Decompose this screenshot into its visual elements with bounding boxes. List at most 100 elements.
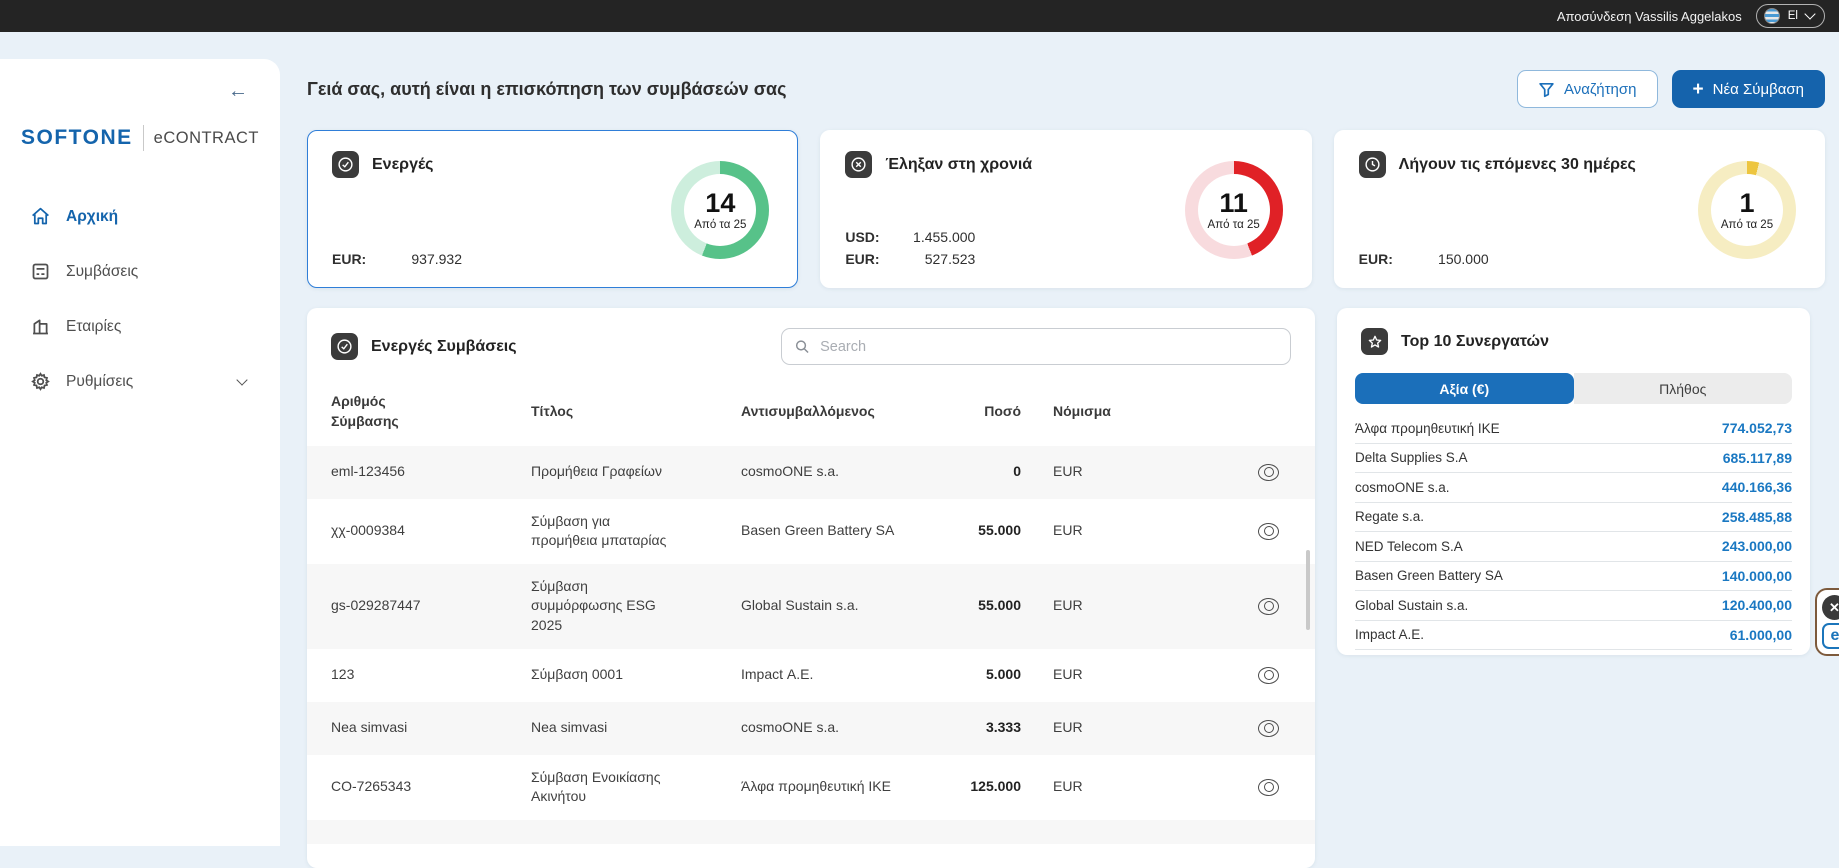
partners-title: Top 10 Συνεργατών bbox=[1401, 332, 1549, 350]
plus-icon: + bbox=[1692, 78, 1704, 100]
view-contract-icon[interactable] bbox=[1258, 719, 1279, 737]
topbar: Αποσύνδεση Vassilis Aggelakos El bbox=[0, 0, 1839, 32]
table-scrollbar[interactable] bbox=[1306, 550, 1310, 630]
partner-name: NED Telecom S.A bbox=[1355, 538, 1463, 554]
stat-card-active[interactable]: Ενεργές EUR: 937.932 14 Από τα 25 bbox=[307, 130, 799, 288]
sidebar-item-label: Ρυθμίσεις bbox=[66, 372, 134, 390]
sidebar-item-contracts[interactable]: Συμβάσεις bbox=[0, 244, 280, 299]
cell-party: Άλφα προμηθευτική ΙΚΕ bbox=[741, 778, 891, 795]
sidebar-item-companies[interactable]: Εταιρίες bbox=[0, 299, 280, 354]
currency-code: EUR: bbox=[332, 251, 367, 267]
cell-amount: 125.000 bbox=[970, 778, 1021, 795]
table-row[interactable]: CO-7265343 Σύμβαση Ενοικίασης Ακινήτου Ά… bbox=[307, 754, 1315, 820]
table-row[interactable]: χχ-0009384 Σύμβαση για προμήθεια μπαταρί… bbox=[307, 498, 1315, 564]
partner-name: Regate s.a. bbox=[1355, 509, 1425, 525]
expired-donut-chart: 11 Από τα 25 bbox=[1184, 161, 1283, 259]
partner-value: 243.000,00 bbox=[1721, 538, 1792, 555]
x-circle-icon bbox=[845, 151, 873, 178]
new-contract-button[interactable]: + Νέα Σύμβαση bbox=[1671, 70, 1825, 108]
feedback-edge-widget[interactable]: ✕ e bbox=[1815, 588, 1839, 656]
partner-name: Impact A.E. bbox=[1355, 627, 1425, 643]
sidebar: ← SOFTONE eCONTRACT Αρχική Συμβάσεις Ετα… bbox=[0, 59, 280, 846]
econtract-logo-icon[interactable]: e bbox=[1822, 623, 1839, 649]
currency-code: USD: bbox=[845, 229, 880, 245]
tab-count[interactable]: Πλήθος bbox=[1573, 373, 1792, 404]
table-row[interactable]: 123 Σύμβαση 0001 Impact Α.Ε. 5.000 EUR bbox=[307, 648, 1315, 702]
new-contract-label: Νέα Σύμβαση bbox=[1712, 80, 1804, 98]
stat-card-values: EUR: 937.932 bbox=[332, 251, 462, 267]
close-icon[interactable]: ✕ bbox=[1822, 595, 1839, 620]
cell-currency: EUR bbox=[1053, 719, 1083, 736]
donut-caption: Από τα 25 bbox=[694, 218, 747, 231]
table-row[interactable]: gs-029287447 Σύμβαση συμμόρφωσης ESG 202… bbox=[307, 563, 1315, 649]
currency-code: EUR: bbox=[1358, 251, 1393, 267]
stat-card-expired[interactable]: Έληξαν στη χρονιά USD: 1.455.000 EUR: 52… bbox=[820, 130, 1312, 288]
col-header-number: Αριθμός Σύμβασης bbox=[331, 393, 399, 430]
list-item: Regate s.a. 258.485,88 bbox=[1355, 503, 1792, 532]
check-circle-icon bbox=[331, 333, 358, 360]
lower-row: Ενεργές Συμβάσεις Αριθμός Σύμβασης Τίτλο… bbox=[280, 288, 1839, 868]
cell-title: Προμήθεια Γραφείων bbox=[531, 463, 662, 480]
table-row[interactable]: eml-123456 Προμήθεια Γραφείων cosmoONE s… bbox=[307, 445, 1315, 499]
partner-value: 258.485,88 bbox=[1721, 508, 1792, 525]
star-icon bbox=[1361, 328, 1388, 355]
view-contract-icon[interactable] bbox=[1258, 666, 1279, 684]
cell-currency: EUR bbox=[1053, 597, 1083, 614]
table-search-box[interactable] bbox=[781, 328, 1291, 365]
search-input[interactable] bbox=[820, 338, 1278, 355]
stat-card-title: Έληξαν στη χρονιά bbox=[885, 155, 1033, 173]
chevron-down-icon[interactable] bbox=[236, 374, 248, 386]
donut-count: 11 bbox=[1219, 187, 1248, 218]
cell-amount: 55.000 bbox=[978, 597, 1021, 614]
cell-title: Σύμβαση για προμήθεια μπαταρίας bbox=[531, 512, 667, 549]
col-header-party: Αντισυμβαλλόμενος bbox=[741, 403, 875, 420]
logout-link[interactable]: Αποσύνδεση Vassilis Aggelakos bbox=[1557, 9, 1742, 24]
table-row[interactable]: Nea simvasi Nea simvasi cosmoONE s.a. 3.… bbox=[307, 701, 1315, 755]
stat-card-values: EUR: 150.000 bbox=[1359, 251, 1489, 267]
brand-product: eCONTRACT bbox=[153, 128, 259, 147]
greek-flag-icon bbox=[1763, 8, 1780, 24]
partner-name: cosmoONE s.a. bbox=[1355, 479, 1450, 495]
search-filter-label: Αναζήτηση bbox=[1564, 80, 1637, 98]
stat-card-values: USD: 1.455.000 EUR: 527.523 bbox=[845, 229, 975, 267]
cell-currency: EUR bbox=[1053, 666, 1083, 683]
view-contract-icon[interactable] bbox=[1258, 778, 1279, 796]
stat-card-title: Λήγουν τις επόμενες 30 ημέρες bbox=[1398, 155, 1636, 173]
partner-value: 774.052,73 bbox=[1721, 420, 1792, 437]
cell-currency: EUR bbox=[1053, 522, 1083, 539]
cell-party: Basen Green Battery SA bbox=[741, 522, 895, 539]
list-item: Global Sustain s.a. 120.400,00 bbox=[1355, 591, 1792, 621]
sidebar-item-settings[interactable]: Ρυθμίσεις bbox=[0, 354, 280, 409]
main-content: Γειά σας, αυτή είναι η επισκόπηση των συ… bbox=[280, 32, 1839, 868]
cell-party: Global Sustain s.a. bbox=[741, 597, 859, 614]
cell-currency: EUR bbox=[1053, 463, 1083, 480]
brand-logo: SOFTONE eCONTRACT bbox=[0, 125, 280, 151]
donut-count: 14 bbox=[705, 187, 736, 218]
partner-value: 120.400,00 bbox=[1721, 597, 1792, 614]
tab-value[interactable]: Αξία (€) bbox=[1355, 373, 1574, 404]
stat-card-expiring-soon[interactable]: Λήγουν τις επόμενες 30 ημέρες EUR: 150.0… bbox=[1333, 130, 1825, 288]
partner-name: Delta Supplies S.A bbox=[1355, 450, 1468, 466]
currency-amount: 150.000 bbox=[1438, 251, 1489, 267]
cell-number: gs-029287447 bbox=[331, 597, 421, 614]
stat-cards-row: Ενεργές EUR: 937.932 14 Από τα 25 Έληξαν… bbox=[280, 108, 1839, 288]
partner-value: 685.117,89 bbox=[1722, 449, 1792, 466]
partners-tabs: Αξία (€) Πλήθος bbox=[1355, 373, 1792, 404]
view-contract-icon[interactable] bbox=[1258, 597, 1279, 615]
filter-funnel-icon bbox=[1539, 82, 1554, 97]
cell-number: eml-123456 bbox=[331, 463, 405, 480]
view-contract-icon[interactable] bbox=[1258, 463, 1279, 481]
partner-value: 140.000,00 bbox=[1721, 567, 1792, 584]
partner-name: Άλφα προμηθευτική ΙΚΕ bbox=[1355, 420, 1500, 436]
sidebar-item-home[interactable]: Αρχική bbox=[0, 189, 280, 244]
sidebar-collapse-arrow-icon[interactable]: ← bbox=[228, 81, 248, 101]
list-item: Basen Green Battery SA 140.000,00 bbox=[1355, 562, 1792, 591]
sidebar-item-label: Αρχική bbox=[66, 207, 119, 225]
active-donut-chart: 14 Από τα 25 bbox=[671, 161, 770, 259]
donut-count: 1 bbox=[1739, 187, 1755, 218]
view-contract-icon[interactable] bbox=[1258, 522, 1279, 540]
list-item: Impact A.E. 61.000,00 bbox=[1355, 621, 1792, 650]
home-icon bbox=[32, 207, 49, 225]
language-selector[interactable]: El bbox=[1755, 4, 1825, 28]
search-filter-button[interactable]: Αναζήτηση bbox=[1517, 70, 1658, 108]
